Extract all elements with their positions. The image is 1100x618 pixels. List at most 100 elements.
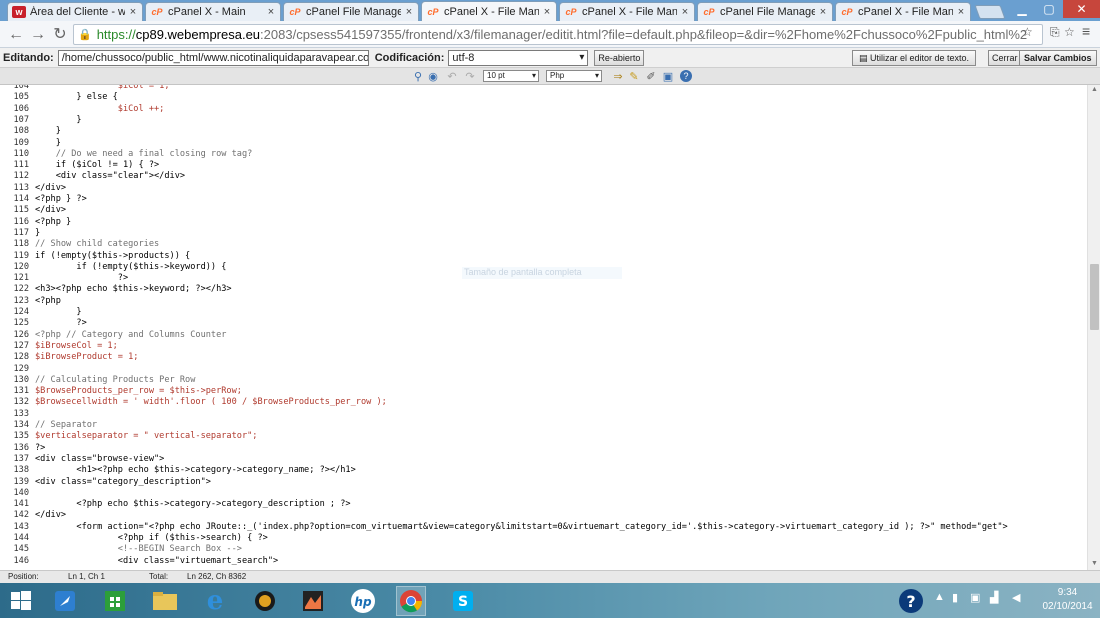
code-line[interactable]: 115 </div> — [0, 205, 1087, 216]
syntax-mode-select[interactable]: Php — [546, 70, 602, 82]
scroll-up-icon[interactable]: ▲ — [1091, 86, 1098, 93]
code-line[interactable]: 131 $BrowseProducts_per_row = $this->perR… — [0, 386, 1087, 397]
skype-icon[interactable]: S — [448, 586, 478, 616]
internet-explorer-icon[interactable]: e — [200, 586, 230, 616]
tab-close-icon[interactable]: × — [266, 6, 276, 18]
network-icon[interactable]: ▟ — [990, 591, 998, 604]
tab-close-icon[interactable]: × — [956, 6, 966, 18]
volume-icon[interactable]: ◀ — [1012, 591, 1020, 604]
reload-icon[interactable]: ↻ — [50, 25, 70, 45]
code-line[interactable]: 106 $iCol ++; — [0, 104, 1087, 115]
file-explorer-icon[interactable] — [150, 586, 180, 616]
window-close-icon[interactable]: ✕ — [1063, 0, 1100, 18]
code-line[interactable]: 104 $iCol = 1; — [0, 85, 1087, 92]
browser-tab[interactable]: cP cPanel X - Main × — [145, 2, 281, 21]
font-size-select[interactable]: 10 pt — [483, 70, 539, 82]
page-icon[interactable]: ⎘ — [1050, 25, 1060, 40]
system-clock[interactable]: 9:34 02/10/2014 — [1040, 586, 1095, 614]
code-line[interactable]: 136 ?> — [0, 443, 1087, 454]
tab-close-icon[interactable]: × — [680, 6, 690, 18]
code-line[interactable]: 127 $iBrowseCol = 1; — [0, 341, 1087, 352]
code-line[interactable]: 119 if (!empty($this->products)) { — [0, 251, 1087, 262]
scrollbar-thumb[interactable] — [1090, 264, 1099, 330]
code-line[interactable]: 110 // Do we need a final closing row ta… — [0, 149, 1087, 160]
code-line[interactable]: 144 <?php if ($this->search) { ?> — [0, 533, 1087, 544]
media-app-icon[interactable] — [250, 586, 280, 616]
browser-tab[interactable]: cP cPanel File Manager v× — [283, 2, 419, 21]
tray-app-icon[interactable]: ▣ — [970, 591, 980, 604]
highlight-icon[interactable]: ✎ — [627, 69, 641, 83]
code-line[interactable]: 146 <div class="virtuemart_search"> — [0, 556, 1087, 567]
code-line[interactable]: 140 — [0, 488, 1087, 499]
url-input[interactable]: 🔒 https:// cp89.webempresa.eu :2083/cpse… — [73, 24, 1043, 45]
redo-icon[interactable]: ↷ — [463, 69, 477, 83]
code-line[interactable]: 137 <div class="browse-view"> — [0, 454, 1087, 465]
tray-expand-icon[interactable]: ▲ — [934, 591, 945, 603]
reopen-button[interactable]: Re-abierto — [594, 49, 645, 66]
code-line[interactable]: 112 <div class="clear"></div> — [0, 171, 1087, 182]
code-line[interactable]: 139 <div class="category_description"> — [0, 477, 1087, 488]
goto-line-icon[interactable]: ◉ — [426, 69, 440, 83]
chrome-icon[interactable] — [396, 586, 426, 616]
photo-app-icon[interactable] — [298, 586, 328, 616]
code-line[interactable]: 109 } — [0, 138, 1087, 149]
code-line[interactable]: 105 } else { — [0, 92, 1087, 103]
code-line[interactable]: 134 // Separator — [0, 420, 1087, 431]
code-line[interactable]: 132 $Browsecellwidth = ' width'.floor ( 1… — [0, 397, 1087, 408]
fullscreen-icon[interactable]: ▣ — [661, 69, 675, 83]
browser-tab[interactable]: cP cPanel X - File Manag× — [835, 2, 971, 21]
code-line[interactable]: 117} — [0, 228, 1087, 239]
hp-icon[interactable]: hp — [348, 586, 378, 616]
new-tab-button[interactable] — [974, 5, 1006, 19]
code-line[interactable]: 142 </div> — [0, 510, 1087, 521]
browser-tab[interactable]: w Área del Cliente - web× — [7, 2, 143, 21]
code-line[interactable]: 129 — [0, 364, 1087, 375]
code-line[interactable]: 135 $verticalseparator = " vertical-separ… — [0, 431, 1087, 442]
help-tray-icon[interactable]: ? — [896, 586, 926, 616]
code-line[interactable]: 126 <?php // Category and Columns Counter — [0, 330, 1087, 341]
code-line[interactable]: 113 </div> — [0, 183, 1087, 194]
forward-arrow-icon[interactable]: → — [28, 25, 48, 45]
scroll-down-icon[interactable]: ▼ — [1091, 560, 1098, 567]
tray-device-icon[interactable]: ▮ — [952, 591, 958, 604]
code-line[interactable]: 122 <h3><?php echo $this->keyword; ?></h3… — [0, 284, 1087, 295]
code-line[interactable]: 107 } — [0, 115, 1087, 126]
back-arrow-icon[interactable]: ← — [6, 25, 26, 45]
code-line[interactable]: 125 ?> — [0, 318, 1087, 329]
code-line[interactable]: 143 <form action="<?php echo JRoute::_('… — [0, 522, 1087, 533]
code-line[interactable]: 111 if ($iCol != 1) { ?> — [0, 160, 1087, 171]
wrap-icon[interactable]: ⇒ — [611, 69, 625, 83]
code-line[interactable]: 123 <?php — [0, 296, 1087, 307]
code-line[interactable]: 128 $iBrowseProduct = 1; — [0, 352, 1087, 363]
code-line[interactable]: 130 // Calculating Products Per Row — [0, 375, 1087, 386]
tab-close-icon[interactable]: × — [542, 6, 552, 18]
file-path-field[interactable]: /home/chussoco/public_html/www.nicotinal… — [57, 49, 369, 66]
help-icon[interactable]: ? — [680, 70, 692, 82]
undo-icon[interactable]: ↶ — [445, 69, 459, 83]
code-line[interactable]: 116 <?php } — [0, 217, 1087, 228]
code-line[interactable]: 114 <?php } ?> — [0, 194, 1087, 205]
search-icon[interactable]: ⚲ — [411, 69, 425, 83]
code-line[interactable]: 124 } — [0, 307, 1087, 318]
browser-tab[interactable]: cP cPanel File Manager v× — [697, 2, 833, 21]
save-changes-button[interactable]: Salvar Cambios — [1019, 50, 1097, 66]
code-line[interactable]: 141 <?php echo $this->category->category… — [0, 499, 1087, 510]
vertical-scrollbar[interactable]: ▲ ▼ — [1087, 85, 1100, 570]
star-icon[interactable]: ☆ — [1064, 25, 1075, 39]
reset-icon[interactable]: ✐ — [644, 69, 658, 83]
code-editor[interactable]: 104 $iCol = 1; 105 } else {106 $iCol ++; 1… — [0, 85, 1100, 570]
close-button[interactable]: Cerrar — [988, 50, 1022, 66]
minimize-icon[interactable]: ▁ — [1009, 0, 1035, 18]
tab-close-icon[interactable]: × — [128, 6, 138, 18]
code-line[interactable]: 138 <h1><?php echo $this->category->cate… — [0, 465, 1087, 476]
code-line[interactable]: 145 <!--BEGIN Search Box --> — [0, 544, 1087, 555]
code-line[interactable]: 133 — [0, 409, 1087, 420]
menu-icon[interactable]: ≡ — [1082, 23, 1090, 39]
use-text-editor-button[interactable]: ▤ Utilizar el editor de texto. — [852, 50, 977, 66]
code-line[interactable]: 118 // Show child categories — [0, 239, 1087, 250]
browser-tab[interactable]: cP cPanel X - File Manag× — [421, 1, 557, 21]
maximize-icon[interactable]: ▢ — [1036, 0, 1062, 18]
windows-start-icon[interactable] — [6, 586, 36, 616]
tab-close-icon[interactable]: × — [404, 6, 414, 18]
store-icon[interactable] — [100, 586, 130, 616]
